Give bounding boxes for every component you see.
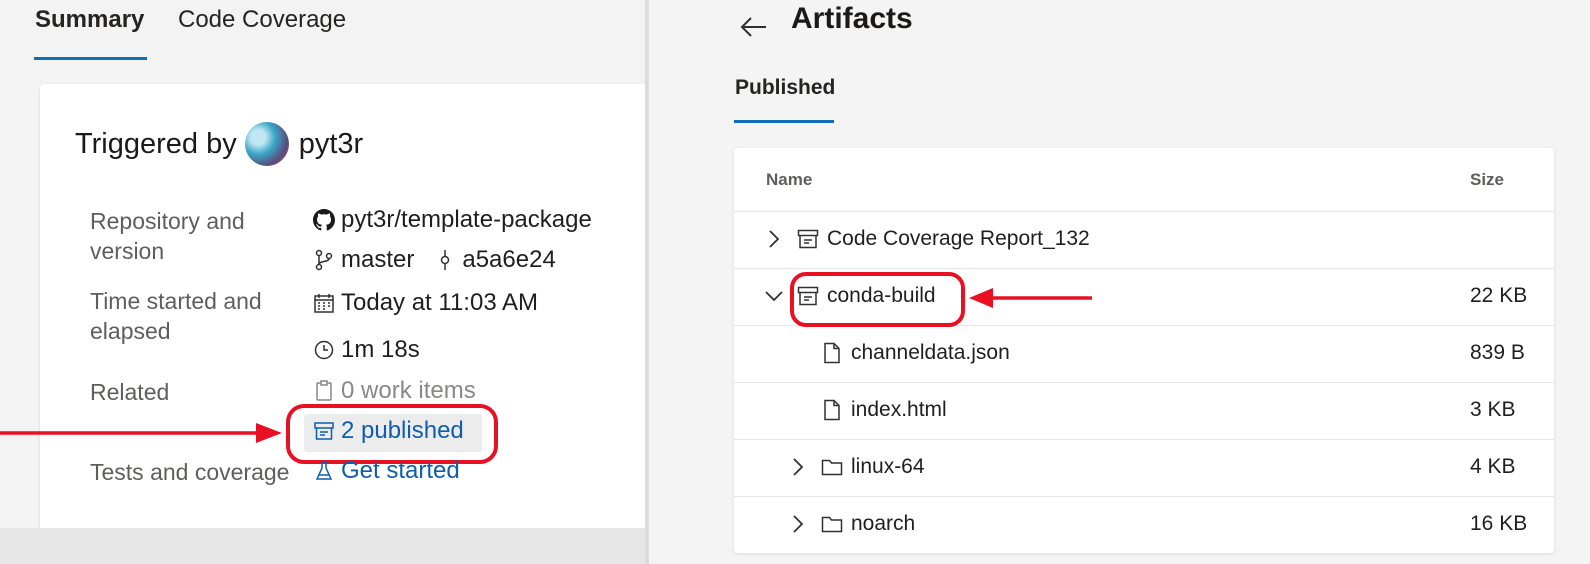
active-tab-indicator xyxy=(734,120,834,123)
elapsed-value: 1m 18s xyxy=(313,336,420,364)
artifacts-pane: Artifacts Published Name Size Code Cover… xyxy=(649,0,1590,564)
work-items-value: 0 work items xyxy=(313,377,476,405)
branch-name[interactable]: master xyxy=(341,246,414,274)
back-arrow-icon[interactable] xyxy=(737,10,771,44)
file-name[interactable]: index.html xyxy=(851,398,947,422)
published-annotation-outline xyxy=(286,404,498,464)
bottom-scroll-strip xyxy=(0,528,648,564)
chevron-right-icon[interactable] xyxy=(764,229,784,249)
file-size: 839 B xyxy=(1470,341,1525,364)
calendar-icon xyxy=(313,292,335,314)
clipboard-icon xyxy=(313,380,335,402)
folder-icon xyxy=(821,513,843,535)
artifact-icon xyxy=(797,228,819,250)
tests-label: Tests and coverage xyxy=(90,459,290,485)
run-summary-card: Triggered by pyt3r Repository and versio… xyxy=(40,84,648,534)
summary-pane: Summary Code Coverage Triggered by pyt3r… xyxy=(0,0,648,564)
tests-link[interactable]: Get started xyxy=(313,457,460,485)
triggered-by-label: Triggered by xyxy=(75,127,237,160)
folder-icon xyxy=(821,456,843,478)
repository-label: Repository and version xyxy=(90,208,245,264)
artifacts-table: Name Size Code Coverage Report_132 conda… xyxy=(734,148,1554,553)
work-items: 0 work items xyxy=(341,377,476,404)
tab-summary[interactable]: Summary xyxy=(35,6,144,34)
triggered-by-user[interactable]: pyt3r xyxy=(299,128,363,161)
elapsed-time: 1m 18s xyxy=(341,336,420,363)
artifact-size: 22 KB xyxy=(1470,284,1528,307)
table-row[interactable]: channeldata.json 839 B xyxy=(734,326,1554,383)
tab-published[interactable]: Published xyxy=(735,76,835,100)
conda-build-annotation-outline xyxy=(790,272,965,327)
clock-icon xyxy=(313,339,335,361)
table-header: Name Size xyxy=(734,148,1554,212)
table-row[interactable]: Code Coverage Report_132 xyxy=(734,212,1554,269)
branch-icon xyxy=(313,249,335,271)
active-tab-indicator xyxy=(34,57,147,60)
tab-code-coverage[interactable]: Code Coverage xyxy=(178,6,346,34)
artifact-name[interactable]: Code Coverage Report_132 xyxy=(827,227,1090,251)
file-size: 3 KB xyxy=(1470,398,1516,421)
table-row[interactable]: linux-64 4 KB xyxy=(734,440,1554,497)
github-icon xyxy=(313,209,335,231)
summary-tabs: Summary Code Coverage xyxy=(0,0,648,62)
table-row[interactable]: noarch 16 KB xyxy=(734,497,1554,553)
folder-name[interactable]: noarch xyxy=(851,512,915,536)
chevron-down-icon[interactable] xyxy=(764,286,784,306)
folder-size: 4 KB xyxy=(1470,455,1516,478)
started-value: Today at 11:03 AM xyxy=(313,289,538,317)
branch-commit-row: master a5a6e24 xyxy=(313,246,556,274)
page-title: Artifacts xyxy=(791,2,913,35)
file-name[interactable]: channeldata.json xyxy=(851,341,1010,365)
commit-id[interactable]: a5a6e24 xyxy=(462,246,555,274)
folder-size: 16 KB xyxy=(1470,512,1528,535)
started-time: Today at 11:03 AM xyxy=(341,289,539,316)
annotation-arrow-left xyxy=(0,423,282,443)
time-label: Time started and elapsed xyxy=(90,288,262,344)
folder-name[interactable]: linux-64 xyxy=(851,455,925,479)
column-header-name[interactable]: Name xyxy=(766,170,812,190)
repository-value[interactable]: pyt3r/template-package xyxy=(313,206,592,234)
table-row[interactable]: index.html 3 KB xyxy=(734,383,1554,440)
file-icon xyxy=(821,342,843,364)
chevron-right-icon[interactable] xyxy=(788,457,808,477)
commit-icon xyxy=(434,249,456,271)
annotation-arrow-right xyxy=(969,288,1092,308)
flask-icon xyxy=(313,460,335,482)
related-label: Related xyxy=(90,379,170,405)
file-icon xyxy=(821,399,843,421)
chevron-right-icon[interactable] xyxy=(788,514,808,534)
triggered-by: Triggered by pyt3r xyxy=(75,122,363,166)
get-started-link[interactable]: Get started xyxy=(341,457,460,485)
column-header-size[interactable]: Size xyxy=(1470,170,1504,190)
repository-name[interactable]: pyt3r/template-package xyxy=(341,206,592,234)
avatar[interactable] xyxy=(244,122,289,166)
